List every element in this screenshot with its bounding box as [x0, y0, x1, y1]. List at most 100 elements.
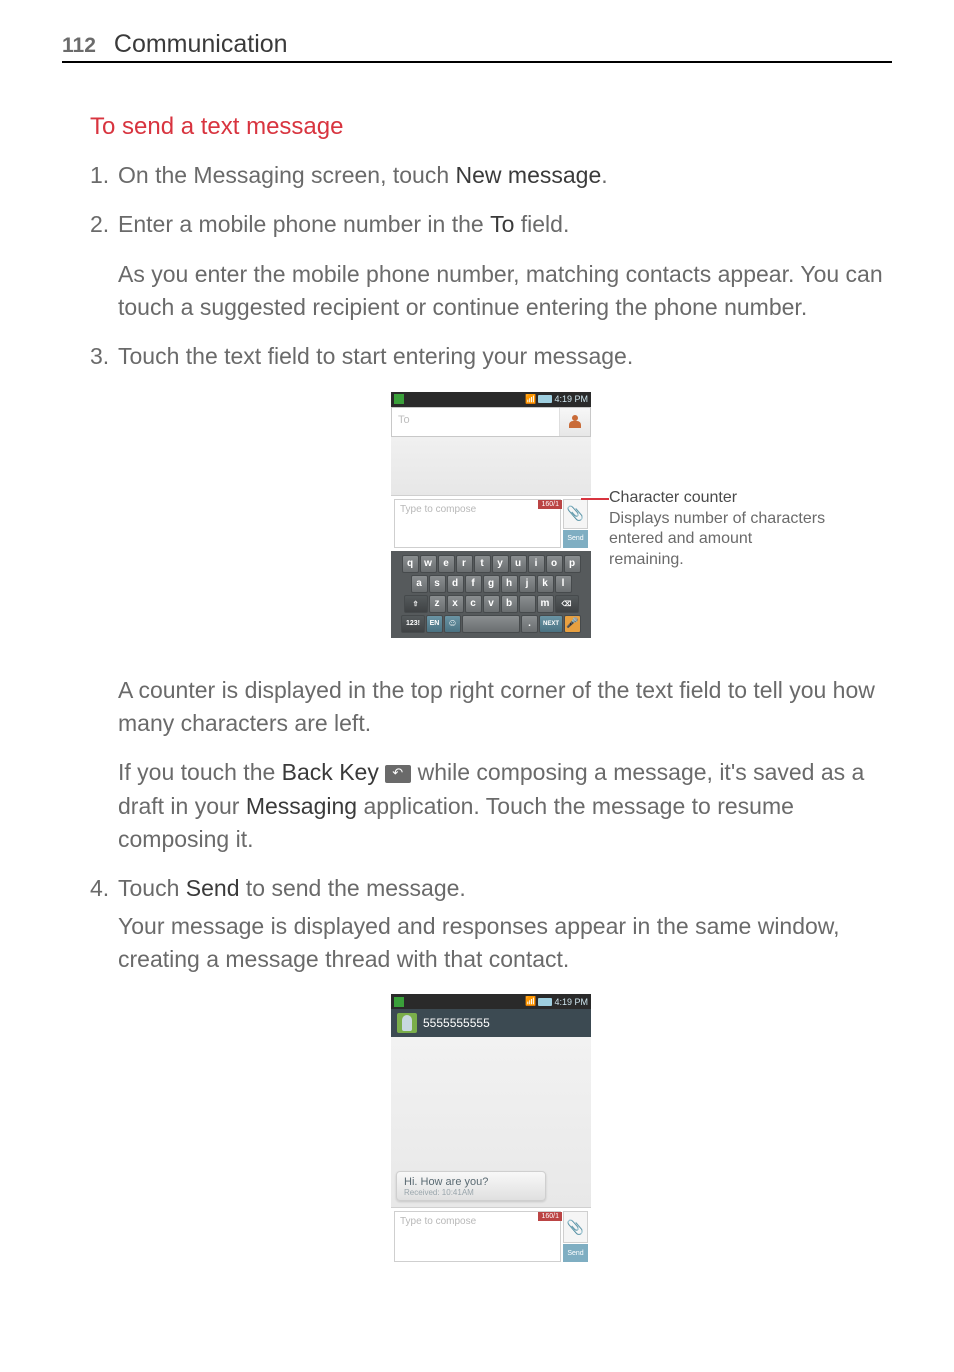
key-c[interactable]: c	[465, 595, 482, 613]
figure-1: 📶 4:19 PM To Type to compose 1	[90, 392, 892, 652]
placeholder-text: Type to compose	[400, 504, 476, 515]
bold-text: Send	[186, 875, 240, 901]
key-h[interactable]: h	[501, 575, 518, 593]
key-k[interactable]: k	[537, 575, 554, 593]
keyboard-row-1: q w e r t y u i o p	[393, 555, 589, 573]
step-3: 3. Touch the text field to start enterin…	[90, 340, 892, 373]
attach-button[interactable]: 📎	[563, 1211, 588, 1243]
key-p[interactable]: p	[564, 555, 581, 573]
key-x[interactable]: x	[447, 595, 464, 613]
step-text: Enter a mobile phone number in the To fi…	[118, 208, 892, 241]
key-f[interactable]: f	[465, 575, 482, 593]
key-s[interactable]: s	[429, 575, 446, 593]
compose-input[interactable]: Type to compose 160/1	[394, 499, 561, 548]
key-period[interactable]: .	[521, 615, 538, 633]
character-counter: 160/1	[538, 1212, 562, 1221]
add-contact-button[interactable]	[560, 408, 590, 436]
message-bubble[interactable]: Hi. How are you? Received: 10:41AM	[396, 1171, 546, 1201]
callout-line	[581, 498, 609, 500]
contact-icon	[567, 415, 583, 429]
status-right: 📶 4:19 PM	[525, 394, 588, 405]
key-i[interactable]: i	[528, 555, 545, 573]
send-button[interactable]: Send	[563, 530, 588, 548]
key-shift[interactable]: ⇧	[404, 595, 428, 613]
compose-input[interactable]: Type to compose 160/1	[394, 1211, 561, 1262]
to-row: To	[391, 407, 591, 437]
keyboard-row-4: 123! EN ☺ . NEXT 🎤	[393, 615, 589, 633]
key-lang[interactable]: EN	[426, 615, 443, 633]
message-meta: Received: 10:41AM	[404, 1188, 538, 1197]
message-text: Hi. How are you?	[404, 1176, 538, 1188]
signal-icon: 📶	[525, 394, 536, 405]
status-right: 📶 4:19 PM	[525, 996, 588, 1007]
text: If you touch the	[118, 759, 282, 785]
message-area	[391, 437, 591, 495]
step-text: Touch the text field to start entering y…	[118, 340, 892, 373]
compose-row: Type to compose 160/1 📎 Send	[391, 495, 591, 551]
mid-para-1: A counter is displayed in the top right …	[118, 674, 892, 741]
key-u[interactable]: u	[510, 555, 527, 573]
bold-text: New message	[456, 162, 602, 188]
bold-text: To	[490, 211, 514, 237]
key-b[interactable]: b	[501, 595, 518, 613]
text: field.	[514, 211, 569, 237]
key-j[interactable]: j	[519, 575, 536, 593]
key-q[interactable]: q	[402, 555, 419, 573]
text: Touch	[118, 875, 186, 901]
key-a[interactable]: a	[411, 575, 428, 593]
key-r[interactable]: r	[456, 555, 473, 573]
key-n[interactable]	[519, 595, 536, 613]
key-t[interactable]: t	[474, 555, 491, 573]
step-number: 1.	[90, 159, 118, 192]
figure-2: 📶 4:19 PM 5555555555 Hi. How are you? Re…	[90, 994, 892, 1294]
thread-area: Hi. How are you? Received: 10:41AM	[391, 1037, 591, 1207]
step-1: 1. On the Messaging screen, touch New me…	[90, 159, 892, 192]
bold-text: Messaging	[246, 793, 357, 819]
step-2-para: As you enter the mobile phone number, ma…	[118, 258, 892, 325]
keyboard: q w e r t y u i o p a s d f g h	[391, 551, 591, 638]
callout-title: Character counter	[609, 489, 737, 506]
key-e[interactable]: e	[438, 555, 455, 573]
compose-side: 📎 Send	[563, 1208, 591, 1265]
key-v[interactable]: v	[483, 595, 500, 613]
keyboard-row-3: ⇧ z x c v b m ⌫	[393, 595, 589, 613]
character-counter: 160/1	[538, 500, 562, 509]
key-delete[interactable]: ⌫	[555, 595, 579, 613]
step-text: Touch Send to send the message.	[118, 872, 892, 905]
page-header: 112 Communication	[62, 30, 892, 63]
attach-button[interactable]: 📎	[563, 499, 588, 529]
key-g[interactable]: g	[483, 575, 500, 593]
to-input[interactable]: To	[392, 408, 560, 436]
key-z[interactable]: z	[429, 595, 446, 613]
mid-para-2: If you touch the Back Key while composin…	[118, 756, 892, 856]
battery-icon	[538, 395, 552, 403]
compose-row: Type to compose 160/1 📎 Send	[391, 1207, 591, 1265]
contact-number: 5555555555	[423, 1016, 490, 1030]
key-next[interactable]: NEXT	[539, 615, 563, 633]
step-number: 3.	[90, 340, 118, 373]
key-o[interactable]: o	[546, 555, 563, 573]
keyboard-row-2: a s d f g h j k l	[393, 575, 589, 593]
text: On the Messaging screen, touch	[118, 162, 456, 188]
key-emoji[interactable]: ☺	[444, 615, 461, 633]
key-space[interactable]	[462, 615, 520, 633]
battery-icon	[538, 998, 552, 1006]
step-text: On the Messaging screen, touch New messa…	[118, 159, 892, 192]
signal-icon: 📶	[525, 996, 536, 1007]
compose-side: 📎 Send	[563, 496, 591, 551]
key-l[interactable]: l	[555, 575, 572, 593]
bold-text: Back Key	[282, 759, 379, 785]
chapter-title: Communication	[114, 30, 288, 59]
key-mic[interactable]: 🎤	[564, 615, 581, 633]
key-symbols[interactable]: 123!	[401, 615, 425, 633]
key-d[interactable]: d	[447, 575, 464, 593]
status-time: 4:19 PM	[554, 394, 588, 404]
send-button[interactable]: Send	[563, 1244, 588, 1262]
key-m[interactable]: m	[537, 595, 554, 613]
key-y[interactable]: y	[492, 555, 509, 573]
back-key-icon	[385, 765, 411, 783]
statusbar: 📶 4:19 PM	[391, 994, 591, 1009]
avatar-icon	[397, 1013, 417, 1033]
key-w[interactable]: w	[420, 555, 437, 573]
text: .	[601, 162, 607, 188]
